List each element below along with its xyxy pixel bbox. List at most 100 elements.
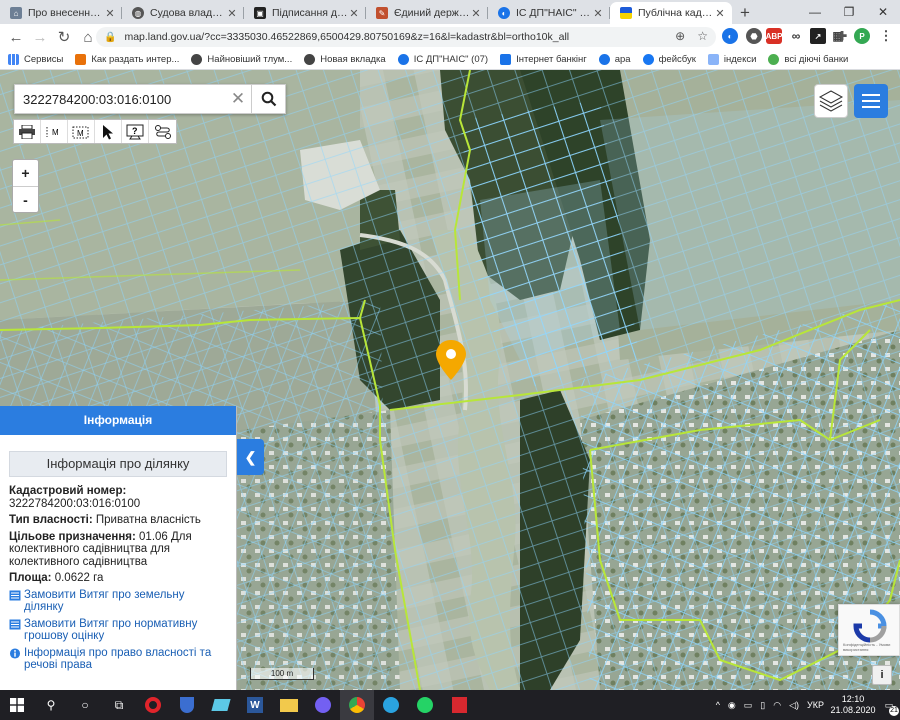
wifi-icon[interactable]: ◠ [773,700,781,711]
browser-toolbar: ← → ↻ ⌂ 🔒 map.land.gov.ua/?cc=3335030.46… [0,24,900,50]
search-button[interactable] [251,85,285,113]
network-icon[interactable]: ▭ [744,700,753,711]
browser-tab[interactable]: ◍Судова влада України✕ [122,2,244,24]
pen-tablet-icon[interactable] [204,690,238,720]
ownership-rights-link[interactable]: Інформація про право власності та речові… [9,647,227,672]
tray-expand-icon[interactable]: ^ [716,700,720,710]
new-tab-button[interactable]: + [732,2,758,24]
bookmark-item[interactable]: Новая вкладка [304,54,386,65]
extension-nais-icon[interactable]: ◐ [722,28,738,44]
shield-icon[interactable] [170,690,204,720]
viber-icon[interactable] [306,690,340,720]
recaptcha-badge[interactable]: Конфіденційність - Умови використання [838,604,900,656]
route-icon[interactable] [149,120,176,143]
search-icon [261,91,276,107]
map-info-button[interactable]: i [872,665,892,685]
zoom-out-button[interactable]: - [13,186,38,212]
adblock-icon[interactable]: ABP [766,28,782,44]
restore-icon[interactable]: ❐ [832,0,866,24]
close-icon[interactable]: ✕ [226,7,238,20]
app-icon: ▣ [254,7,266,19]
volume-icon[interactable]: ◁) [789,700,799,711]
star-icon[interactable]: ☆ [697,29,708,43]
apps-grid-icon [8,54,19,65]
url-text: map.land.gov.ua/?cc=3335030.46522869,650… [124,31,570,43]
collapse-panel-button[interactable]: ❮ [237,439,264,475]
browser-tab[interactable]: ✎Єдиний державний ве...✕ [366,2,488,24]
close-icon[interactable]: ✕ [592,7,604,20]
measure-area-icon[interactable]: M [68,120,95,143]
nais-icon [397,54,409,65]
browser-tab[interactable]: ◐ ІС ДП"НАІС" (14) ✕ [488,2,610,24]
bookmark-item[interactable]: Найновіший тлум... [191,54,292,65]
extension-infinity-icon[interactable]: ∞ [788,28,804,44]
order-valuation-extract-link[interactable]: Замовити Витяг про нормативну грошову оц… [9,618,227,643]
menu-icon [862,94,880,96]
word-icon[interactable]: W [238,690,272,720]
viber-tray-icon[interactable]: ◉ [728,700,736,711]
order-land-extract-link[interactable]: Замовити Витяг про земельну ділянку [9,589,227,614]
lock-icon: 🔒 [104,31,117,43]
image-icon [707,54,719,65]
globe-icon [191,54,203,65]
forward-icon[interactable]: → [28,25,52,49]
bookmark-item[interactable]: всі діючі банки [768,54,848,65]
folder-icon[interactable] [272,690,306,720]
close-icon[interactable]: ✕ [714,7,726,20]
minimize-icon[interactable]: — [798,0,832,24]
whatsapp-icon[interactable] [408,690,442,720]
close-window-icon[interactable]: ✕ [866,0,900,24]
bookmark-item[interactable]: Інтернет банкінг [500,54,587,65]
close-icon[interactable]: ✕ [470,7,482,20]
notifications-icon[interactable]: ▭ 21 [878,690,900,720]
clear-search-icon[interactable]: ✕ [225,89,251,109]
bookmark-item[interactable]: ІС ДП"НАІС" (07) [397,54,488,65]
bookmark-item[interactable]: індекси [707,54,756,65]
document-icon [9,619,21,629]
bookmark-item[interactable]: Как раздать интер... [75,54,179,65]
reload-icon[interactable]: ↻ [52,25,76,49]
battery-icon[interactable]: ▯ [760,700,765,711]
back-icon[interactable]: ← [4,25,28,49]
address-bar[interactable]: 🔒 map.land.gov.ua/?cc=3335030.46522869,6… [96,27,716,47]
browser-tab[interactable]: ⌂Про внесення змін до...✕ [0,2,122,24]
telegram-icon[interactable] [374,690,408,720]
bookmark-item[interactable]: ара [598,54,631,65]
bookmark-item[interactable]: Сервисы [8,54,63,65]
acrobat-icon[interactable] [442,690,476,720]
bookmark-item[interactable]: фейсбук [642,54,696,65]
windows-start-icon[interactable] [0,690,34,720]
close-icon[interactable]: ✕ [104,7,116,20]
extensions-puzzle-icon[interactable]: ✚ [834,28,850,44]
purpose-row: Цільове призначення: 01.06 Для колективн… [9,531,227,569]
nais-icon: ◐ [498,7,510,19]
task-view-icon[interactable]: ⧉ [102,690,136,720]
select-cursor-icon[interactable] [95,120,122,143]
clock[interactable]: 12:10 21.08.2020 [828,694,878,716]
extension-arrow-icon[interactable]: ↗ [810,28,826,44]
zoom-icon[interactable]: ⊕ [675,29,685,43]
area-label: Площа: [9,572,52,584]
browser-tab-active[interactable]: Публічна кадастрова...✕ [610,2,732,24]
print-icon[interactable] [14,120,41,143]
extension-shield-icon[interactable]: ⬣ [746,28,762,44]
layers-button[interactable] [814,84,848,118]
chrome-icon[interactable] [340,690,374,720]
close-icon[interactable]: ✕ [348,7,360,20]
menu-dots-icon[interactable]: ⋮ [878,28,894,44]
zoom-in-button[interactable]: + [13,160,38,186]
cortana-icon[interactable]: ○ [68,690,102,720]
globe-icon [768,54,780,65]
hamburger-menu-button[interactable] [854,84,888,118]
profile-avatar[interactable]: P [854,28,870,44]
cadastral-number-row: Кадастровий номер: 3222784200:03:016:0100 [9,485,227,510]
document-icon [9,590,21,600]
language-indicator[interactable]: УКР [807,700,824,710]
measure-distance-icon[interactable]: M [41,120,68,143]
cadastral-search-input[interactable] [15,85,225,113]
notification-count: 21 [889,706,899,716]
browser-tab[interactable]: ▣Підписання документ...✕ [244,2,366,24]
search-icon[interactable]: ⚲ [34,690,68,720]
identify-info-icon[interactable]: ? [122,120,149,143]
opera-icon[interactable] [136,690,170,720]
